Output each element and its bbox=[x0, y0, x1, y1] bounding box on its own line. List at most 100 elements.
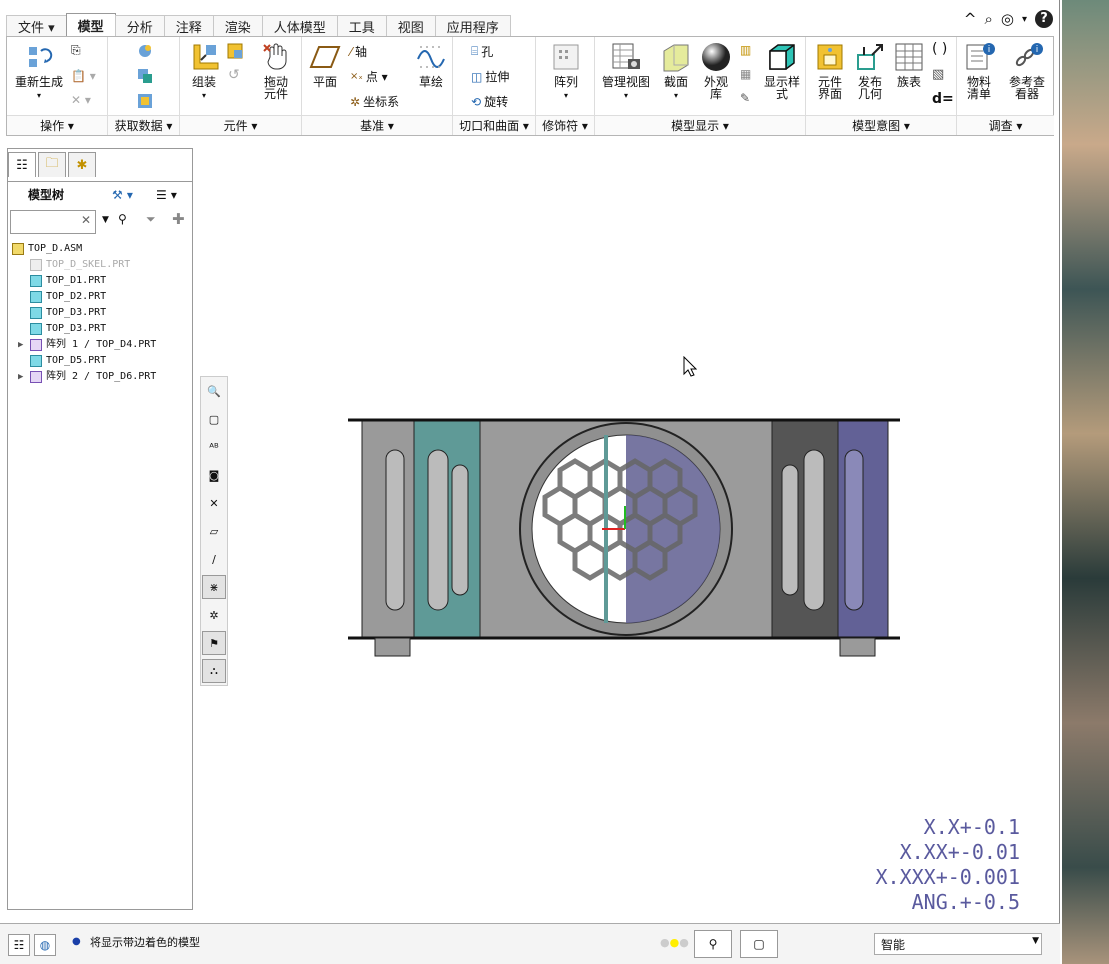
search-icon[interactable]: ⌕ bbox=[984, 10, 992, 28]
tree-settings-icon[interactable]: ⚒ ▾ bbox=[112, 188, 133, 202]
revolve-button[interactable]: ⟲ 旋转 bbox=[471, 93, 508, 110]
group-label-modifiers[interactable]: 修饰符 ▾ bbox=[536, 115, 594, 135]
display-style-button[interactable]: 显示样式 bbox=[761, 41, 803, 100]
folder-browser-tab[interactable]: 🗀 bbox=[38, 152, 66, 177]
favorites-tab[interactable]: ✱ bbox=[68, 152, 96, 177]
tree-item[interactable]: ▶ 阵列 2 / TOP_D6.PRT bbox=[12, 369, 156, 385]
expand-arrow-icon[interactable]: ▶ bbox=[18, 337, 30, 353]
toggle-navigator-icon[interactable]: ☷ bbox=[8, 934, 30, 956]
minimize-ribbon-icon[interactable]: ^ bbox=[964, 10, 977, 28]
tree-item[interactable]: TOP_D_SKEL.PRT bbox=[12, 257, 156, 273]
perspective-icon[interactable]: ✎ bbox=[740, 91, 750, 105]
copy-icon[interactable]: ⎘ bbox=[71, 43, 81, 58]
assemble-button[interactable]: 组装 ▾ bbox=[184, 41, 224, 102]
group-label-datum[interactable]: 基准 ▾ bbox=[302, 115, 452, 135]
family-table-button[interactable]: 族表 bbox=[892, 41, 926, 88]
tree-item[interactable]: TOP_D2.PRT bbox=[12, 289, 156, 305]
component-interface-button[interactable]: 元件 界面 bbox=[810, 41, 850, 100]
point-tag-display-icon[interactable]: ⋇ bbox=[202, 575, 226, 599]
tree-item[interactable]: TOP_D1.PRT bbox=[12, 273, 156, 289]
tree-item[interactable]: TOP_D3.PRT bbox=[12, 305, 156, 321]
add-icon[interactable]: ✚ bbox=[172, 210, 185, 228]
reference-viewer-button[interactable]: i 参考查 看器 bbox=[1003, 41, 1051, 100]
tab-tools[interactable]: 工具 bbox=[336, 15, 387, 37]
toggle-browser-icon[interactable]: ◍ bbox=[34, 934, 56, 956]
section-button[interactable]: 截面 ▾ bbox=[659, 41, 693, 102]
appearance-button[interactable]: 外观库 bbox=[699, 41, 733, 100]
hole-icon: ⌸ bbox=[471, 44, 479, 58]
selection-filter-select[interactable]: 智能 ▼ bbox=[874, 933, 1042, 955]
d-equals-icon[interactable]: d= bbox=[932, 91, 954, 107]
pattern-button[interactable]: 阵列 ▾ bbox=[548, 41, 584, 102]
group-label-get-data[interactable]: 获取数据 ▾ bbox=[108, 115, 179, 135]
bar-chart-icon[interactable]: ▥ bbox=[740, 43, 751, 57]
group-label-investigate[interactable]: 调查 ▾ bbox=[957, 115, 1054, 135]
point-display-icon[interactable]: ✕ bbox=[202, 491, 226, 515]
display-style-icon[interactable]: ◙ bbox=[202, 463, 226, 487]
publish-geometry-button[interactable]: 发布 几何 bbox=[850, 41, 890, 100]
tab-annotate[interactable]: 注释 bbox=[163, 15, 214, 37]
binoculars-icon[interactable]: ⚲ bbox=[118, 212, 127, 226]
relations-icon[interactable]: ▧ bbox=[932, 67, 944, 82]
hole-button[interactable]: ⌸ 孔 bbox=[471, 43, 493, 60]
group-label-component[interactable]: 元件 ▾ bbox=[180, 115, 301, 135]
grid-icon[interactable]: ▦ bbox=[740, 67, 751, 81]
select-box-button[interactable]: ▢ bbox=[740, 930, 778, 958]
spin-center-icon[interactable]: ⛬ bbox=[202, 659, 226, 683]
extrude-button[interactable]: ◫ 拉伸 bbox=[471, 68, 509, 85]
group-label-model-display[interactable]: 模型显示 ▾ bbox=[595, 115, 805, 135]
axis-button[interactable]: ⁄ 轴 bbox=[350, 43, 367, 60]
csys-button[interactable]: ✲ 坐标系 bbox=[350, 93, 399, 110]
tab-applications[interactable]: 应用程序 bbox=[434, 15, 511, 37]
paste-icon[interactable]: 📋 ▾ bbox=[71, 69, 96, 83]
tree-item[interactable]: ▶ 阵列 1 / TOP_D4.PRT bbox=[12, 337, 156, 353]
bom-button[interactable]: i 物料 清单 bbox=[959, 41, 999, 100]
csys-display-icon[interactable]: ✲ bbox=[202, 603, 226, 627]
model-tree-tab[interactable]: ☷ bbox=[8, 152, 36, 177]
plane-display-icon[interactable]: ▱ bbox=[202, 519, 226, 543]
group-label-model-intent[interactable]: 模型意图 ▾ bbox=[806, 115, 956, 135]
help-icon[interactable]: ? bbox=[1035, 10, 1053, 28]
group-label-cut-surface[interactable]: 切口和曲面 ▾ bbox=[453, 115, 535, 135]
named-views-icon[interactable]: ᴬᴮ bbox=[202, 435, 226, 459]
saved-orientations-icon[interactable]: ▢ bbox=[202, 407, 226, 431]
plane-button[interactable]: 平面 bbox=[306, 41, 344, 88]
point-button[interactable]: ×ₓ 点 ▾ bbox=[350, 68, 388, 85]
clear-search-icon[interactable]: ✕ bbox=[81, 213, 91, 227]
tree-item[interactable]: TOP_D5.PRT bbox=[12, 353, 156, 369]
merge-icon[interactable] bbox=[136, 67, 154, 85]
tree-search-input[interactable]: ✕ bbox=[10, 210, 96, 234]
filter-icon[interactable]: ⏷ bbox=[146, 212, 156, 227]
community-icon[interactable]: ◎ bbox=[1001, 10, 1014, 28]
tab-render[interactable]: 渲染 bbox=[212, 15, 263, 37]
drag-component-button[interactable]: 拖动 元件 bbox=[256, 41, 296, 100]
find-button[interactable]: ⚲ bbox=[694, 930, 732, 958]
regenerate-button[interactable]: 重新生成 ▾ bbox=[9, 41, 69, 102]
component-interface-icon bbox=[817, 44, 843, 70]
tab-manikin[interactable]: 人体模型 bbox=[261, 15, 338, 37]
annotation-display-icon[interactable]: ⚑ bbox=[202, 631, 226, 655]
tab-model[interactable]: 模型 bbox=[65, 13, 116, 37]
manage-views-button[interactable]: 管理视图 ▾ bbox=[599, 41, 653, 102]
expand-arrow-icon[interactable]: ▶ bbox=[18, 369, 30, 385]
group-label-operations[interactable]: 操作 ▾ bbox=[7, 115, 107, 135]
tree-item[interactable]: TOP_D3.PRT bbox=[12, 321, 156, 337]
show-menu-icon[interactable]: ☰ ▾ bbox=[156, 188, 177, 202]
model-graphic[interactable] bbox=[340, 410, 910, 662]
parameters-icon[interactable]: ( ) bbox=[932, 41, 947, 57]
sketch-button[interactable]: 草绘 bbox=[414, 41, 448, 88]
create-component-icon[interactable] bbox=[226, 42, 244, 60]
copy-geometry-icon[interactable] bbox=[136, 92, 154, 110]
tree-item[interactable]: TOP_D.ASM bbox=[12, 241, 156, 257]
point-label: 点 ▾ bbox=[365, 70, 388, 84]
tab-analysis[interactable]: 分析 bbox=[114, 15, 165, 37]
search-dropdown-icon[interactable]: ▼ bbox=[102, 215, 109, 225]
shrinkwrap-icon[interactable] bbox=[136, 42, 154, 60]
chevron-down-icon[interactable]: ▾ bbox=[1022, 14, 1027, 25]
zoom-icon[interactable]: 🔍 bbox=[202, 379, 226, 403]
axis-display-icon[interactable]: ∕ bbox=[202, 547, 226, 571]
delete-icon[interactable]: ✕ ▾ bbox=[71, 93, 91, 107]
tab-view[interactable]: 视图 bbox=[385, 15, 436, 37]
repeat-icon[interactable]: ↺ bbox=[228, 67, 240, 83]
tab-file[interactable]: 文件 ▾ bbox=[6, 15, 67, 37]
